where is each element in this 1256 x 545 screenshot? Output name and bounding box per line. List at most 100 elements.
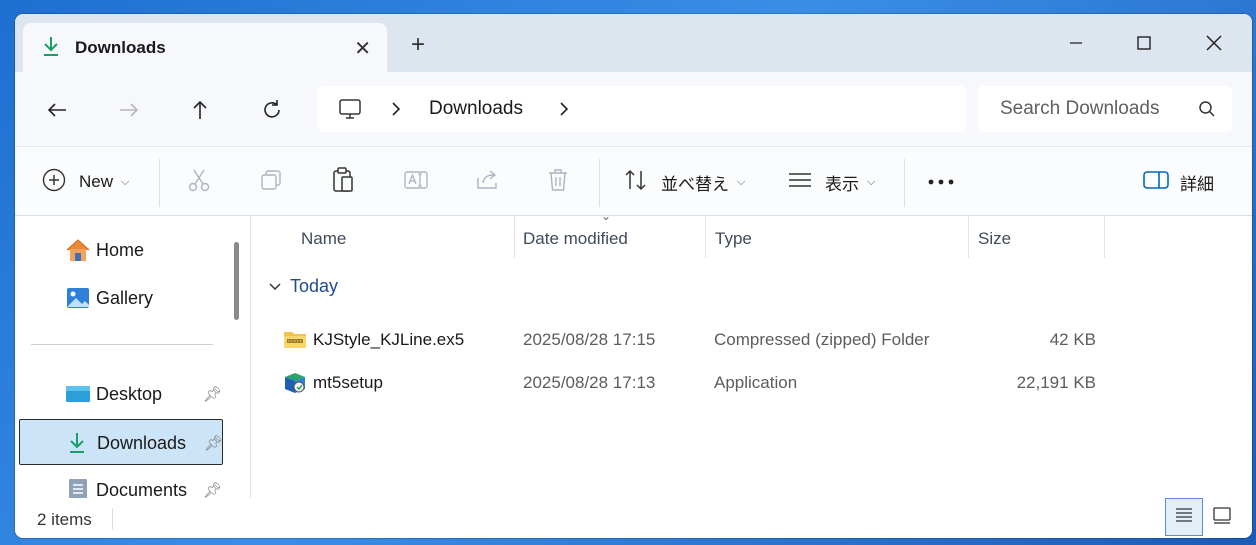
download-arrow-icon (66, 431, 92, 455)
breadcrumb-chevron-icon[interactable] (558, 100, 570, 123)
delete-button[interactable] (547, 147, 569, 217)
sidebar-item-documents[interactable]: Documents 📌︎ (15, 467, 250, 498)
sidebar-item-desktop[interactable]: Desktop 📌︎ (15, 371, 250, 417)
new-button[interactable]: New ⌵ (41, 147, 129, 217)
file-explorer-window: Downloads ✕ + Downloads Search Downloads… (15, 14, 1252, 538)
chevron-down-icon: ⌵ (737, 175, 746, 188)
sidebar-item-gallery[interactable]: Gallery (15, 275, 250, 321)
file-type: Application (714, 373, 798, 392)
zip-folder-icon (283, 328, 306, 350)
group-label: Today (290, 276, 339, 296)
status-bar: 2 items (15, 498, 1252, 538)
file-row[interactable]: KJStyle_KJLine.ex5 2025/08/28 17:15 Comp… (278, 318, 1108, 360)
installer-app-icon (283, 371, 305, 393)
title-bar: Downloads ✕ + (15, 14, 1252, 73)
details-view-icon (1174, 506, 1194, 529)
chevron-down-icon (269, 283, 281, 291)
forward-arrow-icon[interactable] (113, 94, 145, 126)
sidebar-scrollbar[interactable] (234, 242, 239, 320)
toolbar-divider (904, 159, 905, 207)
trash-icon (547, 167, 569, 198)
paste-button[interactable] (331, 147, 355, 217)
sidebar-item-label: Home (96, 240, 145, 260)
address-bar[interactable]: Downloads (318, 86, 966, 132)
sort-button[interactable]: 並べ替え ⌵ (623, 147, 745, 217)
this-pc-monitor-icon[interactable] (338, 97, 362, 126)
column-header-date[interactable]: Date modified ⌄ (515, 209, 705, 258)
sidebar-item-label: Downloads (97, 433, 187, 453)
status-divider (112, 508, 113, 530)
toolbar-divider (599, 159, 600, 207)
file-size: 42 KB (1049, 330, 1096, 349)
copy-button[interactable] (259, 147, 283, 217)
rename-icon (403, 168, 429, 197)
tab-downloads[interactable]: Downloads ✕ (23, 23, 387, 73)
rename-button[interactable] (403, 147, 429, 217)
navigation-bar: Downloads (15, 72, 1252, 146)
details-view-button[interactable] (1165, 498, 1203, 536)
sidebar-item-label: Documents (96, 480, 188, 498)
clipboard-paste-icon (331, 166, 355, 199)
file-date: 2025/08/28 17:15 (523, 330, 656, 349)
chevron-down-icon: ⌵ (867, 175, 876, 188)
refresh-icon[interactable] (256, 94, 288, 126)
gallery-icon (65, 286, 91, 310)
pin-icon[interactable]: 📌︎ (204, 434, 223, 452)
view-label: 表示 (825, 174, 859, 194)
back-arrow-icon[interactable] (41, 94, 73, 126)
more-ellipsis-icon (927, 173, 957, 191)
new-tab-plus-icon[interactable]: + (411, 33, 425, 57)
pin-icon[interactable]: 📌︎ (203, 481, 222, 498)
group-header-today[interactable]: Today (268, 276, 338, 297)
details-label: 詳細 (1180, 174, 1214, 194)
toolbar-divider (159, 159, 160, 207)
breadcrumb-chevron-icon[interactable] (390, 100, 402, 123)
pin-icon[interactable]: 📌︎ (203, 385, 222, 403)
file-type: Compressed (zipped) Folder (714, 330, 930, 349)
file-date: 2025/08/28 17:13 (523, 373, 656, 392)
search-input[interactable] (1000, 97, 1170, 121)
file-list: Name Date modified ⌄ Type Size Today KJS… (252, 209, 1252, 498)
column-divider[interactable] (1104, 216, 1105, 258)
file-name: KJStyle_KJLine.ex5 (313, 330, 465, 349)
copy-icon (259, 168, 283, 197)
column-header-type[interactable]: Type (706, 216, 968, 258)
breadcrumb-downloads[interactable]: Downloads (429, 98, 523, 120)
details-pane-button[interactable]: 詳細 (1142, 147, 1214, 217)
close-window-icon[interactable] (1179, 22, 1249, 64)
maximize-icon[interactable] (1109, 22, 1179, 64)
sort-caret-icon: ⌄ (601, 209, 612, 223)
tab-close-icon[interactable]: ✕ (354, 36, 371, 61)
column-size-label: Size (978, 229, 1012, 248)
see-more-button[interactable] (927, 147, 957, 217)
search-icon[interactable] (1198, 100, 1216, 123)
file-name: mt5setup (313, 373, 383, 392)
share-button[interactable] (475, 147, 501, 217)
view-button[interactable]: 表示 ⌵ (787, 147, 875, 217)
tab-title: Downloads (75, 38, 166, 57)
sort-label: 並べ替え (661, 174, 729, 194)
minimize-icon[interactable] (1041, 22, 1111, 64)
download-arrow-icon (41, 35, 61, 62)
item-count: 2 items (37, 510, 92, 529)
thumbnail-view-icon (1212, 506, 1232, 529)
sidebar-item-home[interactable]: Home (15, 227, 250, 273)
desktop-icon (65, 382, 91, 406)
documents-icon (65, 478, 91, 498)
sidebar-item-downloads[interactable]: Downloads 📌︎ (19, 419, 223, 465)
column-header-name[interactable]: Name (252, 216, 514, 258)
scissors-icon (187, 167, 211, 198)
large-icons-view-button[interactable] (1203, 498, 1241, 536)
cut-button[interactable] (187, 147, 211, 217)
up-arrow-icon[interactable] (184, 94, 216, 126)
sidebar-divider (31, 344, 213, 345)
column-type-label: Type (715, 229, 752, 248)
column-header-size[interactable]: Size (969, 216, 1104, 258)
file-row[interactable]: mt5setup 2025/08/28 17:13 Application 22… (278, 361, 1108, 403)
search-box[interactable] (978, 86, 1232, 132)
new-label: New (79, 172, 114, 191)
column-name-label: Name (301, 229, 347, 248)
command-bar: New ⌵ 並べ替え ⌵ 表示 ⌵ 詳細 (15, 146, 1252, 216)
home-icon (65, 238, 91, 262)
plus-circle-icon (41, 167, 67, 198)
